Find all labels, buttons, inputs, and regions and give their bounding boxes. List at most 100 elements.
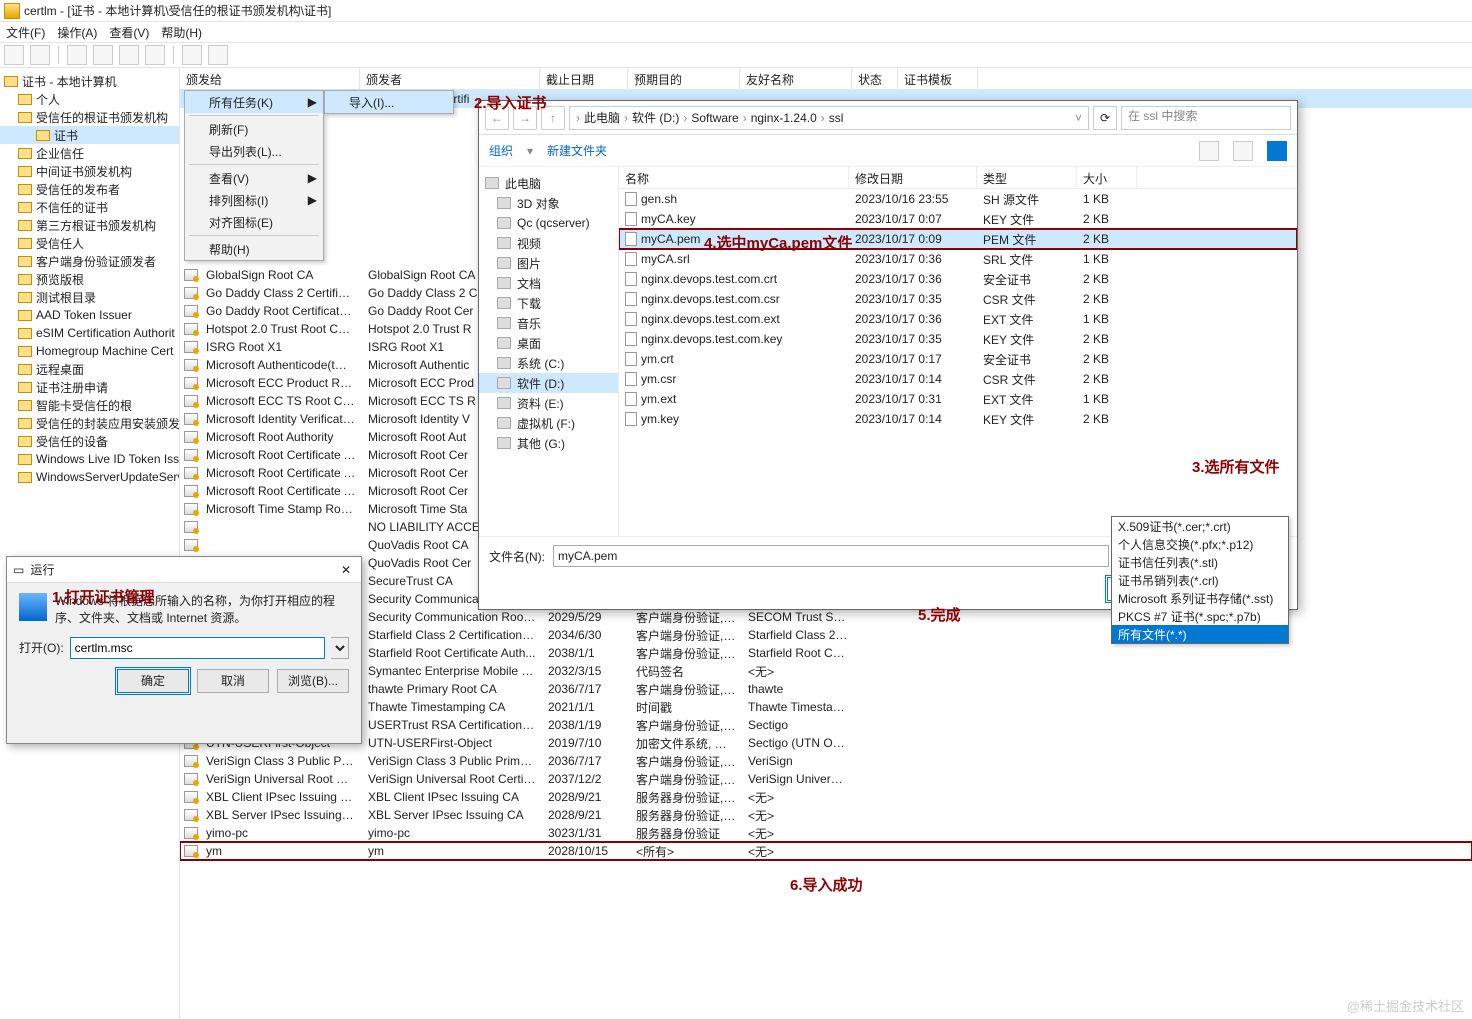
cert-row[interactable]: VeriSign Class 3 Public Prim...VeriSign … [180,752,1472,770]
filter-option[interactable]: 证书吊销列表(*.crl) [1112,571,1288,589]
tb-back[interactable] [4,45,24,65]
file-row[interactable]: nginx.devops.test.com.csr2023/10/17 0:35… [619,289,1297,309]
close-icon[interactable]: ✕ [337,561,355,579]
filter-option[interactable]: 证书信任列表(*.stl) [1112,553,1288,571]
col-friendly[interactable]: 友好名称 [740,68,852,89]
cert-row[interactable]: USERTrust RSA Certification ...USERTrust… [180,716,1472,734]
file-row[interactable]: ym.crt2023/10/17 0:17安全证书2 KB [619,349,1297,369]
search-input[interactable]: 在 ssl 中搜索 [1121,106,1291,130]
od-filelist[interactable]: 名称 修改日期 类型 大小 gen.sh2023/10/16 23:55SH 源… [619,167,1297,536]
file-row[interactable]: ym.ext2023/10/17 0:31EXT 文件1 KB [619,389,1297,409]
col-issued-to[interactable]: 颁发给 [180,68,360,89]
ctx-export[interactable]: 导出列表(L)... [185,140,323,162]
tb-up[interactable] [67,45,87,65]
tree-item[interactable]: Homegroup Machine Cert [0,342,179,360]
od-columns[interactable]: 名称 修改日期 类型 大小 [619,167,1297,189]
sidebar-item[interactable]: 资料 (E:) [479,393,618,413]
refresh-icon[interactable]: ⟳ [1093,106,1117,130]
file-row[interactable]: myCA.pem2023/10/17 0:09PEM 文件2 KB [619,229,1297,249]
file-row[interactable]: nginx.devops.test.com.crt2023/10/17 0:36… [619,269,1297,289]
cert-row[interactable]: XBL Client IPsec Issuing CAXBL Client IP… [180,788,1472,806]
filter-option[interactable]: 个人信息交换(*.pfx;*.p12) [1112,535,1288,553]
column-headers[interactable]: 颁发给 颁发者 截止日期 预期目的 友好名称 状态 证书模板 [180,68,1472,90]
browse-button[interactable]: 浏览(B)... [277,669,349,693]
tree-item[interactable]: 受信任的发布者 [0,180,179,198]
nav-up-icon[interactable]: ↑ [541,106,565,130]
filter-dropdown[interactable]: X.509证书(*.cer;*.crt)个人信息交换(*.pfx;*.p12)证… [1111,516,1289,644]
sidebar-item[interactable]: 3D 对象 [479,193,618,213]
tree-item[interactable]: 测试根目录 [0,288,179,306]
new-folder[interactable]: 新建文件夹 [547,142,607,159]
tree-item[interactable]: 个人 [0,90,179,108]
run-cancel-button[interactable]: 取消 [197,669,269,693]
cert-row[interactable]: Thawte Timestamping CA2021/1/1时间戳Thawte … [180,698,1472,716]
cert-row[interactable]: XBL Server IPsec Issuing CAXBL Server IP… [180,806,1472,824]
col-status[interactable]: 状态 [852,68,898,89]
tree-item[interactable]: 客户端身份验证颁发者 [0,252,179,270]
sidebar-item[interactable]: 图片 [479,253,618,273]
col-template[interactable]: 证书模板 [898,68,978,89]
tree-item[interactable]: Windows Live ID Token Issu [0,450,179,468]
breadcrumb[interactable]: › 此电脑› 软件 (D:)› Software› nginx-1.24.0› … [569,106,1089,130]
filename-input[interactable] [553,545,1109,567]
side-thispc[interactable]: 此电脑 [479,173,618,193]
tree-item[interactable]: 受信任的根证书颁发机构 [0,108,179,126]
sidebar-item[interactable]: 视频 [479,233,618,253]
tree-item[interactable]: 不信任的证书 [0,198,179,216]
cert-row[interactable]: ymym2028/10/15<所有><无> [180,842,1472,860]
tree-item[interactable]: 证书注册申请 [0,378,179,396]
cert-row[interactable]: yimo-pcyimo-pc3023/1/31服务器身份验证<无> [180,824,1472,842]
tb-paste[interactable] [145,45,165,65]
filter-option[interactable]: 所有文件(*.*) [1112,625,1288,643]
ctx-arrange[interactable]: 排列图标(I)▶ [185,189,323,211]
sidebar-item[interactable]: 其他 (G:) [479,433,618,453]
cert-row[interactable]: Symantec Enterprise Mobile R...2032/3/15… [180,662,1472,680]
open-input[interactable] [70,637,325,659]
tree-item[interactable]: 证书 [0,126,179,144]
view-mode-icon[interactable] [1199,141,1219,161]
tree-item[interactable]: 企业信任 [0,144,179,162]
cert-row[interactable]: UTN-USERFirst-ObjectUTN-USERFirst-Object… [180,734,1472,752]
open-dropdown[interactable] [331,637,349,659]
tree-item[interactable]: 中间证书颁发机构 [0,162,179,180]
ctx-view[interactable]: 查看(V)▶ [185,167,323,189]
sidebar-item[interactable]: 系统 (C:) [479,353,618,373]
tb-export[interactable] [208,45,228,65]
tree-item[interactable]: 预览版根 [0,270,179,288]
tb-cut[interactable] [93,45,113,65]
tree-item[interactable]: 智能卡受信任的根 [0,396,179,414]
menu-view[interactable]: 查看(V) [109,24,149,41]
tree-root[interactable]: 证书 - 本地计算机 [0,72,179,90]
tb-fwd[interactable] [30,45,50,65]
tree-item[interactable]: 远程桌面 [0,360,179,378]
file-row[interactable]: gen.sh2023/10/16 23:55SH 源文件1 KB [619,189,1297,209]
file-row[interactable]: nginx.devops.test.com.ext2023/10/17 0:36… [619,309,1297,329]
cert-row[interactable]: Starfield Root Certificate Auth...2038/1… [180,644,1472,662]
cert-row[interactable]: thawte Primary Root CA2036/7/17客户端身份验证, … [180,680,1472,698]
file-row[interactable]: nginx.devops.test.com.key2023/10/17 0:35… [619,329,1297,349]
menu-help[interactable]: 帮助(H) [161,24,202,41]
od-sidebar[interactable]: 此电脑 3D 对象Qc (qcserver)视频图片文档下载音乐桌面系统 (C:… [479,167,619,536]
organize-menu[interactable]: 组织 [489,142,513,159]
context-menu[interactable]: 所有任务(K)▶ 刷新(F) 导出列表(L)... 查看(V)▶ 排列图标(I)… [184,90,324,261]
col-issuer[interactable]: 颁发者 [360,68,540,89]
filter-option[interactable]: Microsoft 系列证书存储(*.sst) [1112,589,1288,607]
tree-item[interactable]: 受信任的设备 [0,432,179,450]
nav-fwd-icon[interactable]: → [513,106,537,130]
ctx-help[interactable]: 帮助(H) [185,238,323,260]
file-row[interactable]: myCA.key2023/10/17 0:07KEY 文件2 KB [619,209,1297,229]
tree-item[interactable]: eSIM Certification Authorit [0,324,179,342]
col-purpose[interactable]: 预期目的 [628,68,740,89]
ctx-align[interactable]: 对齐图标(E) [185,211,323,233]
tb-refresh[interactable] [182,45,202,65]
sidebar-item[interactable]: 虚拟机 (F:) [479,413,618,433]
menu-action[interactable]: 操作(A) [57,24,97,41]
ok-button[interactable]: 确定 [117,669,189,693]
preview-pane-icon[interactable] [1233,141,1253,161]
col-expiry[interactable]: 截止日期 [540,68,628,89]
sidebar-item[interactable]: 音乐 [479,313,618,333]
nav-tree[interactable]: 证书 - 本地计算机 个人受信任的根证书颁发机构证书企业信任中间证书颁发机构受信… [0,68,180,1019]
sidebar-item[interactable]: 文档 [479,273,618,293]
ctx-refresh[interactable]: 刷新(F) [185,118,323,140]
nav-back-icon[interactable]: ← [485,106,509,130]
